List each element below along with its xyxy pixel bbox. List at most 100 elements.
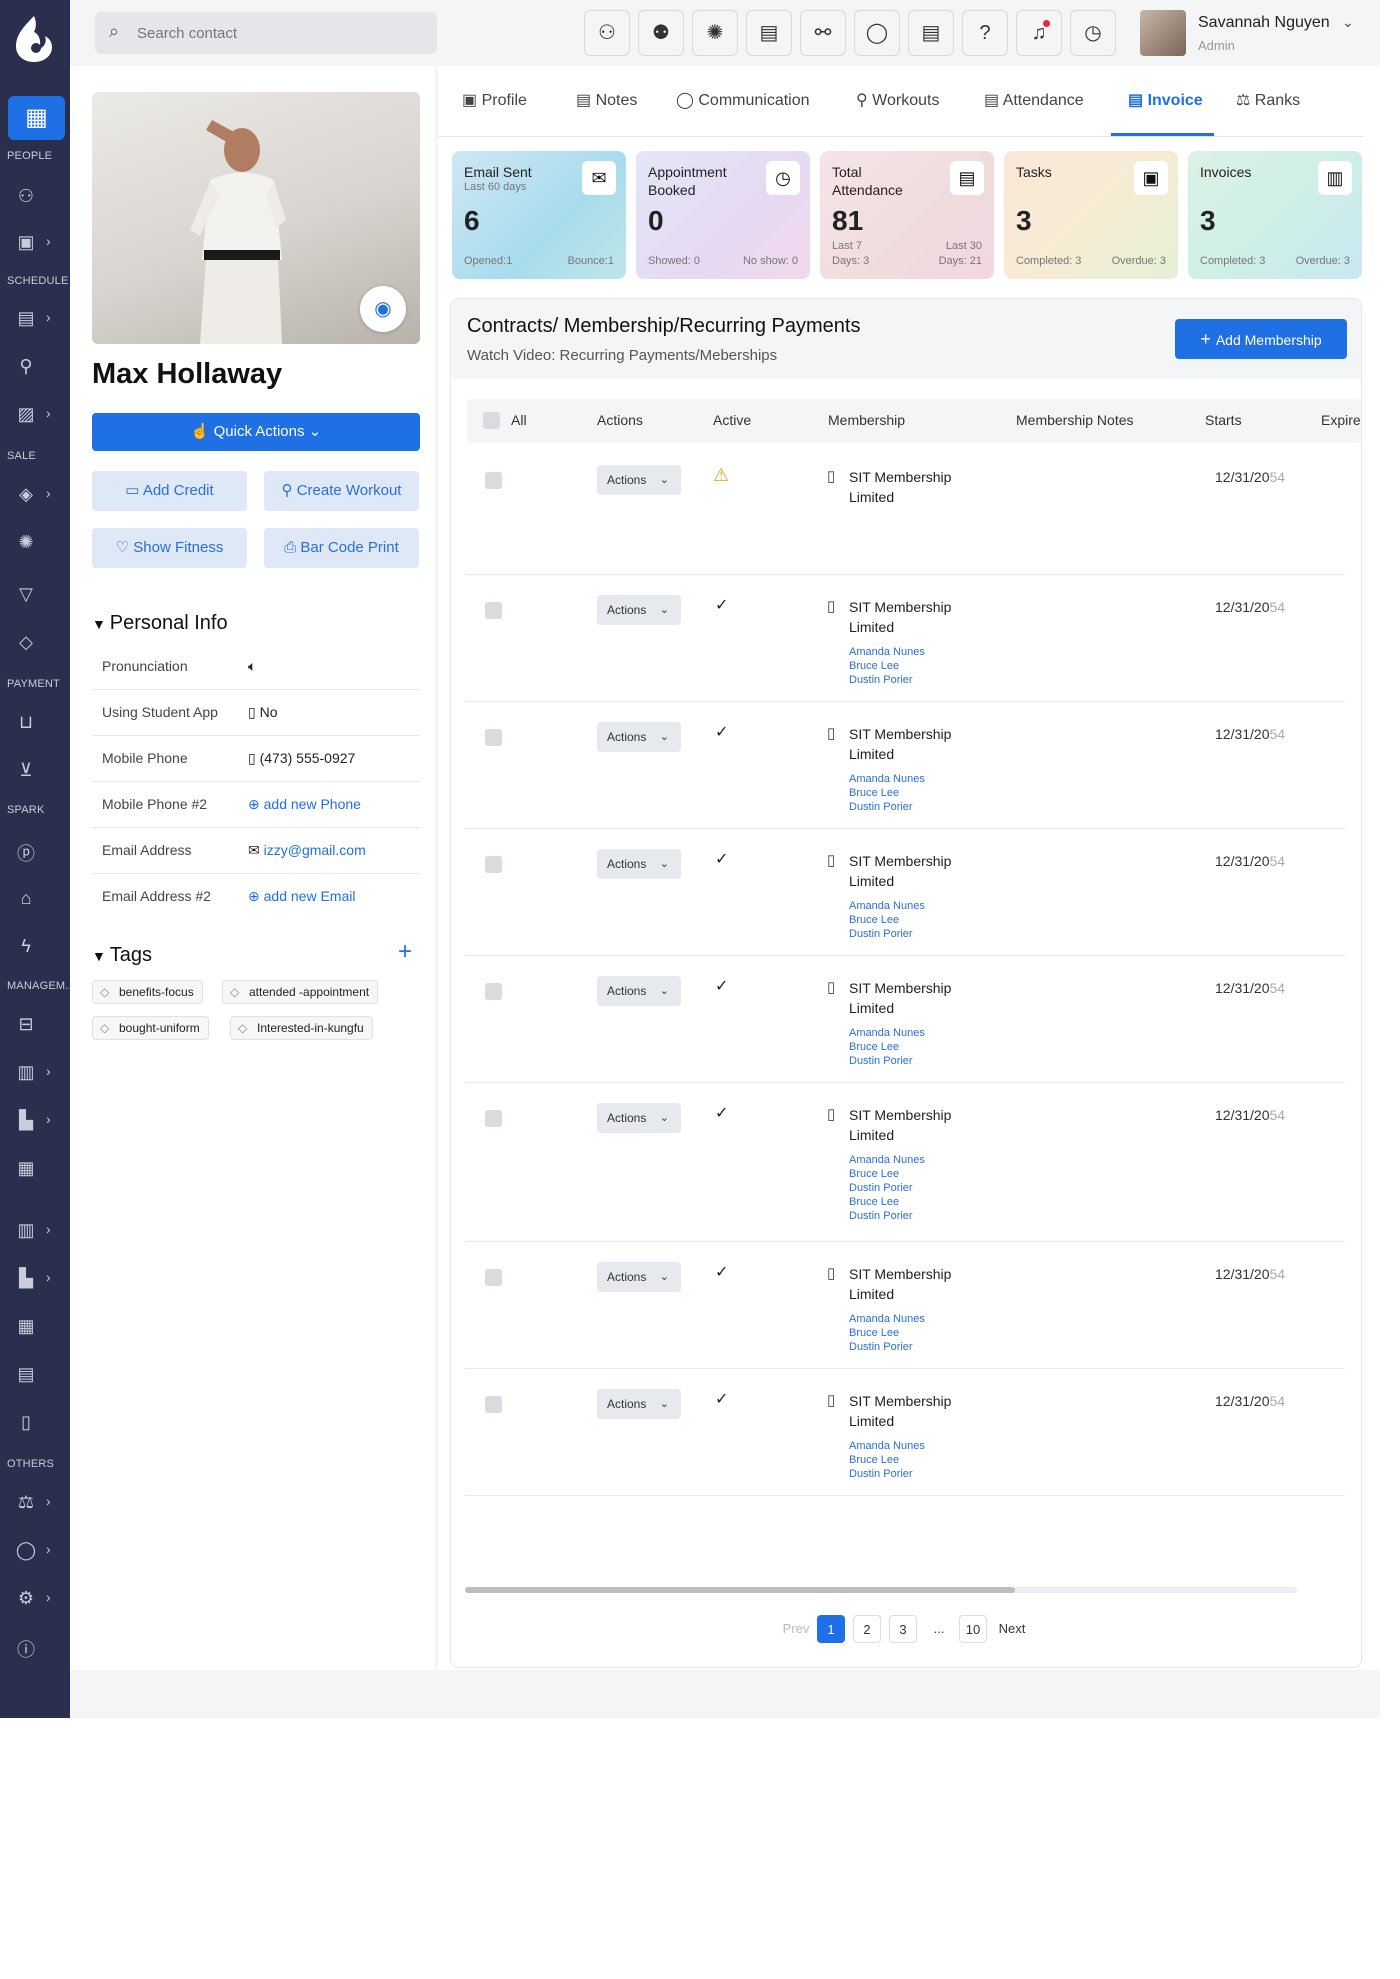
- nav-dashboard-button[interactable]: ▦: [8, 96, 65, 140]
- tab-notes[interactable]: ▤ Notes: [576, 90, 637, 110]
- stat-card-tasks[interactable]: Tasks 3 Completed: 3 Overdue: 3 ▣: [1004, 151, 1178, 279]
- tag-chip[interactable]: ◇ attended -appointment: [222, 980, 379, 1004]
- membership-name[interactable]: SIT Membership Limited: [849, 597, 969, 637]
- membership-name[interactable]: SIT Membership Limited: [849, 1105, 969, 1145]
- row-checkbox[interactable]: [485, 729, 502, 746]
- tab-workouts[interactable]: ⚲ Workouts: [856, 90, 939, 110]
- search-input[interactable]: [137, 18, 427, 48]
- nav-checklist2-item[interactable]: ▦: [0, 1314, 70, 1342]
- row-actions-button[interactable]: Actions ⌄: [597, 1103, 681, 1133]
- add-credit-button[interactable]: ▭ Add Credit: [92, 471, 247, 511]
- row-checkbox[interactable]: [485, 602, 502, 619]
- member-link[interactable]: Dustin Porier: [849, 927, 925, 941]
- chevron-down-icon[interactable]: ⌄: [1342, 14, 1354, 31]
- nav-calendar-item[interactable]: ▤ ›: [0, 306, 70, 334]
- user-avatar[interactable]: [1140, 10, 1186, 56]
- member-link[interactable]: Dustin Porier: [849, 673, 925, 687]
- nav-tag-item[interactable]: ◈ ›: [0, 482, 70, 510]
- nav-phone-item[interactable]: ▯: [0, 1410, 70, 1438]
- select-all-checkbox[interactable]: [483, 412, 500, 429]
- membership-name[interactable]: SIT Membership Limited: [849, 724, 969, 764]
- membership-name[interactable]: SIT Membership Limited: [849, 467, 969, 507]
- membership-name[interactable]: SIT Membership Limited: [849, 1391, 969, 1431]
- nav-briefcase-item[interactable]: ⊟: [0, 1012, 70, 1040]
- nav-basket-item[interactable]: ⊔: [0, 710, 70, 738]
- email-link[interactable]: ✉ izzy@gmail.com: [248, 842, 366, 859]
- nav-org2-item[interactable]: ▙ ›: [0, 1266, 70, 1294]
- member-link[interactable]: Bruce Lee: [849, 1167, 925, 1181]
- tab-communication[interactable]: ◯ Communication: [676, 90, 810, 110]
- nav-tasks-item[interactable]: ▨ ›: [0, 402, 70, 430]
- nav-clipboard-item[interactable]: ▤: [0, 1362, 70, 1390]
- nav-reports2-item[interactable]: ▥ ›: [0, 1218, 70, 1246]
- member-link[interactable]: Bruce Lee: [849, 1453, 925, 1467]
- tab-profile[interactable]: ▣ Profile: [462, 90, 527, 110]
- tag-chip[interactable]: ◇ Interested-in-kungfu: [230, 1016, 373, 1040]
- member-link[interactable]: Bruce Lee: [849, 913, 925, 927]
- page-2-button[interactable]: 2: [853, 1615, 881, 1643]
- nav-rocket-item[interactable]: ⌂: [0, 886, 70, 914]
- member-link[interactable]: Bruce Lee: [849, 1195, 925, 1209]
- tag-chip[interactable]: ◇ bought-uniform: [92, 1016, 209, 1040]
- show-fitness-button[interactable]: ♡ Show Fitness: [92, 528, 247, 568]
- row-checkbox[interactable]: [485, 472, 502, 489]
- member-link[interactable]: Amanda Nunes: [849, 1026, 925, 1040]
- member-link[interactable]: Amanda Nunes: [849, 899, 925, 913]
- discount-button[interactable]: ✺: [692, 10, 738, 56]
- nav-settings-item[interactable]: ⚙ ›: [0, 1586, 70, 1614]
- create-workout-button[interactable]: ⚲ Create Workout: [264, 471, 419, 511]
- add-email-link[interactable]: ⊕ add new Email: [248, 888, 355, 905]
- nav-chat-item[interactable]: ◯ ›: [0, 1538, 70, 1566]
- member-link[interactable]: Dustin Porier: [849, 800, 925, 814]
- chat-button[interactable]: ◯: [854, 10, 900, 56]
- member-link[interactable]: Dustin Porier: [849, 1209, 925, 1223]
- row-actions-button[interactable]: Actions ⌄: [597, 849, 681, 879]
- personal-info-header[interactable]: ▼ Personal Info: [92, 612, 228, 635]
- row-actions-button[interactable]: Actions ⌄: [597, 1389, 681, 1419]
- row-checkbox[interactable]: [485, 1269, 502, 1286]
- nav-checklist-item[interactable]: ▦: [0, 1156, 70, 1184]
- row-actions-button[interactable]: Actions ⌄: [597, 465, 681, 495]
- nav-contacts-item[interactable]: ▣ ›: [0, 230, 70, 258]
- nav-add-people-item[interactable]: ⚇: [0, 184, 70, 212]
- member-link[interactable]: Dustin Porier: [849, 1054, 925, 1068]
- tab-invoice[interactable]: ▤ Invoice: [1128, 90, 1203, 110]
- tab-ranks[interactable]: ⚖ Ranks: [1236, 90, 1300, 110]
- bar-code-print-button[interactable]: ⎙ Bar Code Print: [264, 528, 419, 568]
- row-actions-button[interactable]: Actions ⌄: [597, 595, 681, 625]
- membership-name[interactable]: SIT Membership Limited: [849, 851, 969, 891]
- notifications-button[interactable]: ♫: [1016, 10, 1062, 56]
- search-box[interactable]: ⌕: [95, 12, 437, 54]
- member-link[interactable]: Dustin Porier: [849, 1181, 925, 1195]
- member-link[interactable]: Dustin Porier: [849, 1467, 925, 1481]
- nav-spark-p-item[interactable]: ⓟ: [0, 838, 70, 866]
- calendar-button[interactable]: ▤: [746, 10, 792, 56]
- prev-page-button[interactable]: Prev: [781, 1615, 811, 1643]
- next-page-button[interactable]: Next: [995, 1615, 1029, 1643]
- row-actions-button[interactable]: Actions ⌄: [597, 1262, 681, 1292]
- tab-attendance[interactable]: ▤ Attendance: [984, 90, 1084, 110]
- clock-button[interactable]: ◷: [1070, 10, 1116, 56]
- member-link[interactable]: Amanda Nunes: [849, 1312, 925, 1326]
- row-actions-button[interactable]: Actions ⌄: [597, 722, 681, 752]
- user-name[interactable]: Savannah Nguyen: [1198, 14, 1330, 32]
- membership-name[interactable]: SIT Membership Limited: [849, 978, 969, 1018]
- member-link[interactable]: Amanda Nunes: [849, 645, 925, 659]
- nav-label-item[interactable]: ◇: [0, 630, 70, 658]
- horizontal-scrollbar[interactable]: [465, 1587, 1297, 1593]
- scrollbar-thumb[interactable]: [465, 1587, 1015, 1593]
- tags-header[interactable]: ▼ Tags: [92, 944, 152, 967]
- member-link[interactable]: Dustin Porier: [849, 1340, 925, 1354]
- nav-filter-item[interactable]: ▽: [0, 582, 70, 610]
- add-tag-button[interactable]: +: [398, 938, 412, 966]
- member-link[interactable]: Amanda Nunes: [849, 1153, 925, 1167]
- add-contact-button[interactable]: ⚇: [584, 10, 630, 56]
- nav-discount-item[interactable]: ✺: [0, 530, 70, 558]
- row-checkbox[interactable]: [485, 983, 502, 1000]
- member-link[interactable]: Bruce Lee: [849, 786, 925, 800]
- row-actions-button[interactable]: Actions ⌄: [597, 976, 681, 1006]
- add-membership-button[interactable]: + Add Membership: [1175, 319, 1347, 359]
- groups-button[interactable]: ⚉: [638, 10, 684, 56]
- contracts-video-link[interactable]: Watch Video: Recurring Payments/Mebershi…: [467, 347, 777, 364]
- member-link[interactable]: Bruce Lee: [849, 659, 925, 673]
